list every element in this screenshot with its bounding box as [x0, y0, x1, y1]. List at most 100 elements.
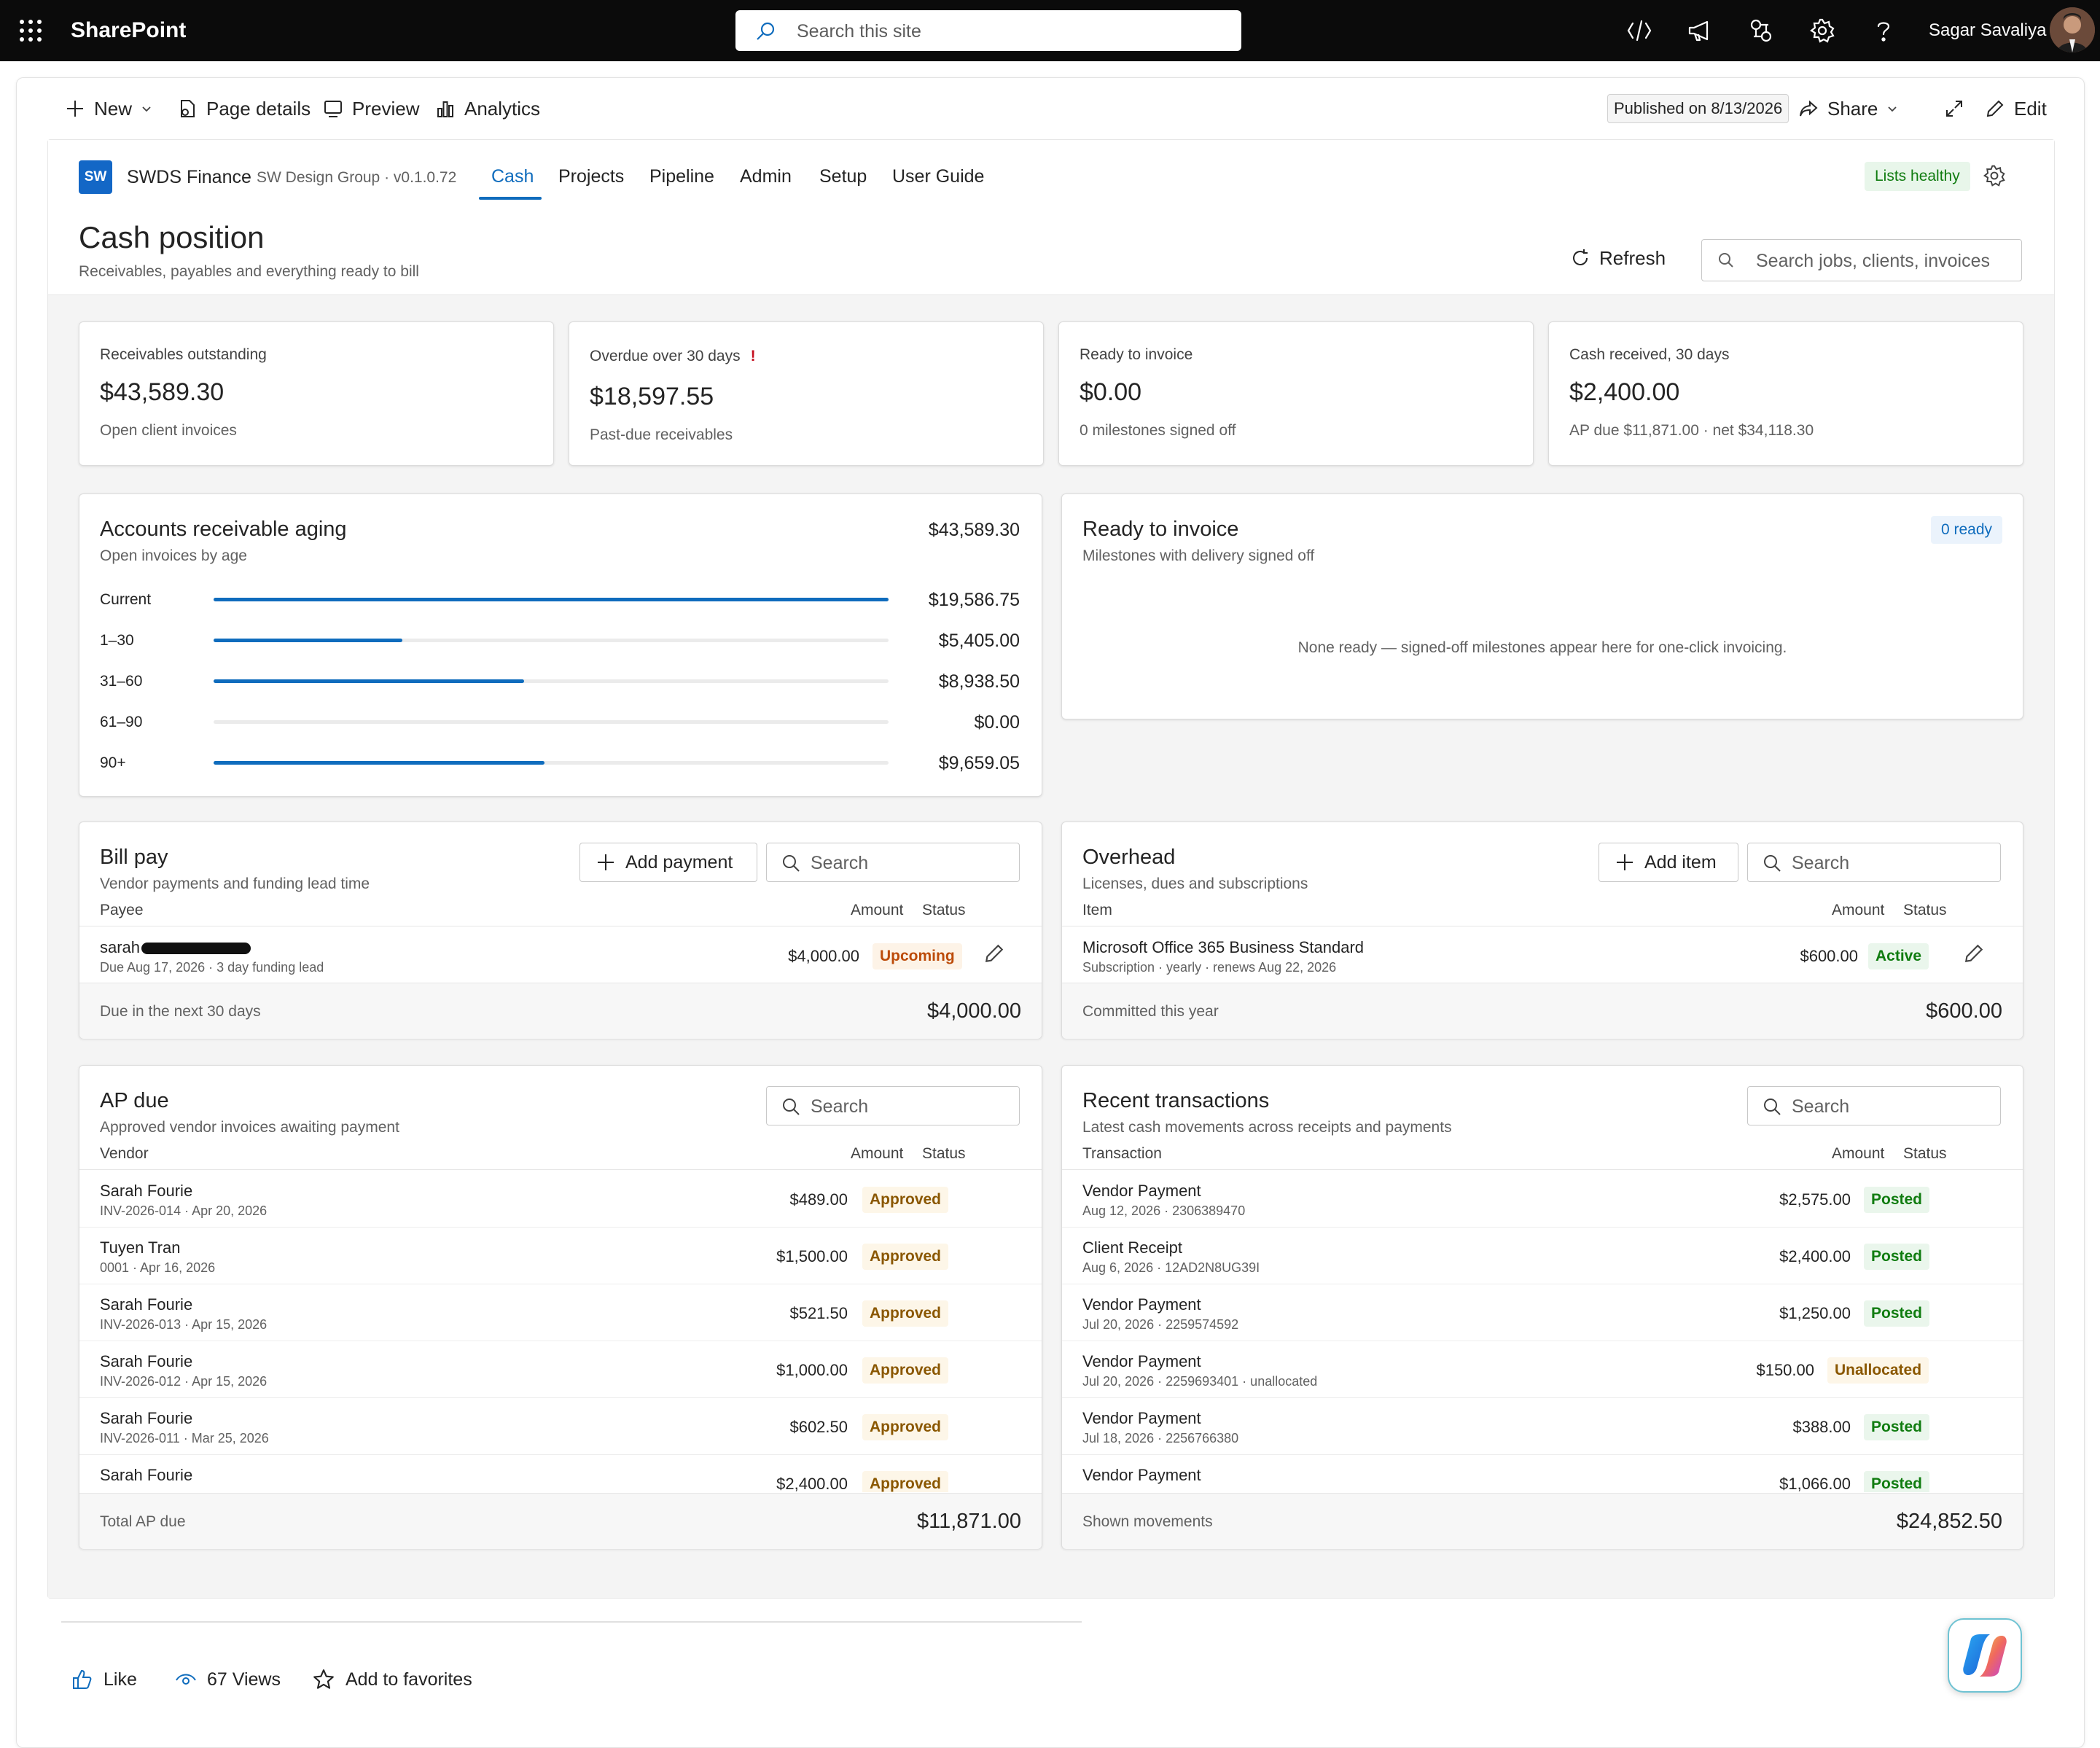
- transactions-search-input[interactable]: [1790, 1092, 1990, 1121]
- refresh-label: Refresh: [1599, 246, 1666, 269]
- tab-user-guide[interactable]: User Guide: [892, 160, 984, 192]
- tab-cash[interactable]: Cash: [491, 160, 534, 192]
- global-search-input[interactable]: [1754, 246, 2013, 276]
- aging-bar-track: [214, 761, 889, 765]
- copilot-button[interactable]: [1948, 1618, 2022, 1693]
- app-settings-icon[interactable]: [1983, 164, 2006, 187]
- edit-row-icon[interactable]: [983, 943, 1005, 964]
- add-item-button[interactable]: Add item: [1599, 843, 1738, 882]
- kpi-card-overdue: Overdue over 30 days! $18,597.55 Past-du…: [569, 321, 1044, 466]
- table-row[interactable]: sarah Due Aug 17, 2026 · 3 day funding l…: [79, 926, 1042, 983]
- waffle-icon[interactable]: [17, 17, 44, 44]
- column-header-status[interactable]: Status: [922, 1143, 966, 1165]
- column-header-amount[interactable]: Amount: [1832, 1143, 1884, 1165]
- footer-total: $11,871.00: [917, 1510, 1021, 1533]
- overhead-search-input[interactable]: [1790, 848, 1990, 878]
- card-subtitle: Open invoices by age: [100, 547, 247, 564]
- column-header-status[interactable]: Status: [1903, 1143, 1947, 1165]
- app-name: SWDS Finance: [127, 167, 251, 187]
- card-title: Bill pay: [100, 846, 168, 869]
- table-row[interactable]: Tuyen Tran 0001 · Apr 16, 2026 $1,500.00…: [79, 1227, 1042, 1284]
- user-name[interactable]: Sagar Savaliya: [1929, 16, 2046, 45]
- expand-button[interactable]: [1944, 93, 1964, 125]
- column-header-amount[interactable]: Amount: [851, 900, 903, 921]
- tab-pipeline[interactable]: Pipeline: [649, 160, 714, 192]
- preview-button[interactable]: Preview: [323, 93, 419, 125]
- page-details-button[interactable]: Page details: [177, 93, 311, 125]
- column-header-status[interactable]: Status: [1903, 900, 1947, 921]
- expand-icon: [1946, 101, 1962, 117]
- column-header-payee[interactable]: Payee: [100, 900, 144, 921]
- ap-search-input[interactable]: [809, 1092, 1009, 1121]
- column-header-transaction[interactable]: Transaction: [1082, 1143, 1162, 1165]
- aging-bar-track: [214, 720, 889, 724]
- bill-pay-footer: Due in the next 30 days $4,000.00: [79, 983, 1042, 1039]
- table-row[interactable]: Vendor Payment Jul 18, 2026 · 2256766380…: [1062, 1397, 2023, 1455]
- card-title: AP due: [100, 1089, 169, 1112]
- overhead-search[interactable]: [1747, 843, 2001, 882]
- bill-pay-search-input[interactable]: [809, 848, 1009, 878]
- share-button[interactable]: Share: [1798, 93, 1898, 125]
- add-payment-label: Add payment: [625, 851, 733, 873]
- column-header-amount[interactable]: Amount: [1832, 900, 1884, 921]
- bill-pay-search[interactable]: [766, 843, 1020, 882]
- help-icon[interactable]: [1870, 17, 1897, 44]
- settings-icon[interactable]: [1809, 17, 1835, 44]
- tab-setup[interactable]: Setup: [819, 160, 867, 192]
- column-header-status[interactable]: Status: [922, 900, 966, 921]
- table-row[interactable]: Client Receipt Aug 6, 2026 · 12AD2N8UG39…: [1062, 1227, 2023, 1284]
- analytics-button[interactable]: Analytics: [435, 93, 540, 125]
- global-search-box[interactable]: [1701, 239, 2022, 281]
- site-search-input[interactable]: [795, 16, 1221, 47]
- table-row[interactable]: Sarah Fourie INV-2026-012 · Apr 15, 2026…: [79, 1341, 1042, 1398]
- card-subtitle: Approved vendor invoices awaiting paymen…: [100, 1119, 399, 1136]
- add-payment-button[interactable]: Add payment: [579, 843, 757, 882]
- code-icon[interactable]: [1626, 17, 1652, 44]
- aging-value: $0.00: [974, 712, 1020, 733]
- kpi-value: $0.00: [1080, 378, 1142, 406]
- add-to-favorites-button[interactable]: Add to favorites: [312, 1665, 472, 1694]
- ap-search[interactable]: [766, 1086, 1020, 1125]
- new-button[interactable]: New: [65, 93, 152, 125]
- megaphone-icon[interactable]: [1687, 17, 1713, 44]
- kpi-value: $2,400.00: [1569, 378, 1680, 406]
- table-row[interactable]: Sarah Fourie INV-2026-013 · Apr 15, 2026…: [79, 1284, 1042, 1341]
- footer-total: $24,852.50: [1896, 1510, 2002, 1533]
- table-row[interactable]: Vendor Payment Aug 12, 2026 · 2306389470…: [1062, 1170, 2023, 1228]
- table-row[interactable]: Sarah Fourie $2,400.00 Approved: [79, 1454, 1042, 1492]
- row-meta: Subscription · yearly · renews Aug 22, 2…: [1082, 960, 1337, 975]
- site-search-box[interactable]: [735, 10, 1241, 51]
- share-connect-icon[interactable]: [1748, 17, 1774, 44]
- tab-admin[interactable]: Admin: [740, 160, 792, 192]
- table-row[interactable]: Microsoft Office 365 Business Standard S…: [1062, 926, 2023, 983]
- transaction-name: Vendor Payment: [1082, 1466, 1201, 1484]
- kpi-label: Cash received, 30 days: [1569, 346, 1730, 363]
- refresh-button[interactable]: Refresh: [1570, 242, 1666, 274]
- row-amount: $600.00: [1800, 947, 1858, 965]
- like-button[interactable]: Like: [71, 1665, 137, 1694]
- sharepoint-brand[interactable]: SharePoint: [71, 15, 186, 47]
- column-header-item[interactable]: Item: [1082, 900, 1112, 921]
- transactions-search[interactable]: [1747, 1086, 2001, 1125]
- thumbs-up-icon: [73, 1669, 92, 1689]
- table-row[interactable]: Vendor Payment Jul 20, 2026 · 2259693401…: [1062, 1341, 2023, 1398]
- social-divider: [61, 1621, 1082, 1623]
- eye-icon: [176, 1674, 196, 1685]
- row-meta: Aug 6, 2026 · 12AD2N8UG39I: [1082, 1260, 1260, 1275]
- row-meta: Due Aug 17, 2026 · 3 day funding lead: [100, 960, 324, 975]
- table-row[interactable]: Sarah Fourie INV-2026-014 · Apr 20, 2026…: [79, 1170, 1042, 1228]
- edit-row-icon[interactable]: [1963, 943, 1985, 964]
- table-row[interactable]: Vendor Payment $1,066.00 Posted: [1062, 1454, 2023, 1492]
- vendor-name: Sarah Fourie: [100, 1295, 193, 1314]
- chevron-down-icon: [1888, 106, 1897, 112]
- column-header-amount[interactable]: Amount: [851, 1143, 903, 1165]
- edit-button[interactable]: Edit: [1985, 93, 2047, 125]
- search-icon: [1763, 854, 1781, 873]
- table-row[interactable]: Vendor Payment Jul 20, 2026 · 2259574592…: [1062, 1284, 2023, 1341]
- tab-projects[interactable]: Projects: [558, 160, 624, 192]
- table-row[interactable]: Sarah Fourie INV-2026-011 · Mar 25, 2026…: [79, 1397, 1042, 1455]
- user-avatar[interactable]: [2050, 7, 2095, 52]
- aging-bar-fill: [214, 639, 403, 642]
- column-header-vendor[interactable]: Vendor: [100, 1143, 149, 1165]
- overhead-card: Overhead Licenses, dues and subscription…: [1061, 822, 2023, 1039]
